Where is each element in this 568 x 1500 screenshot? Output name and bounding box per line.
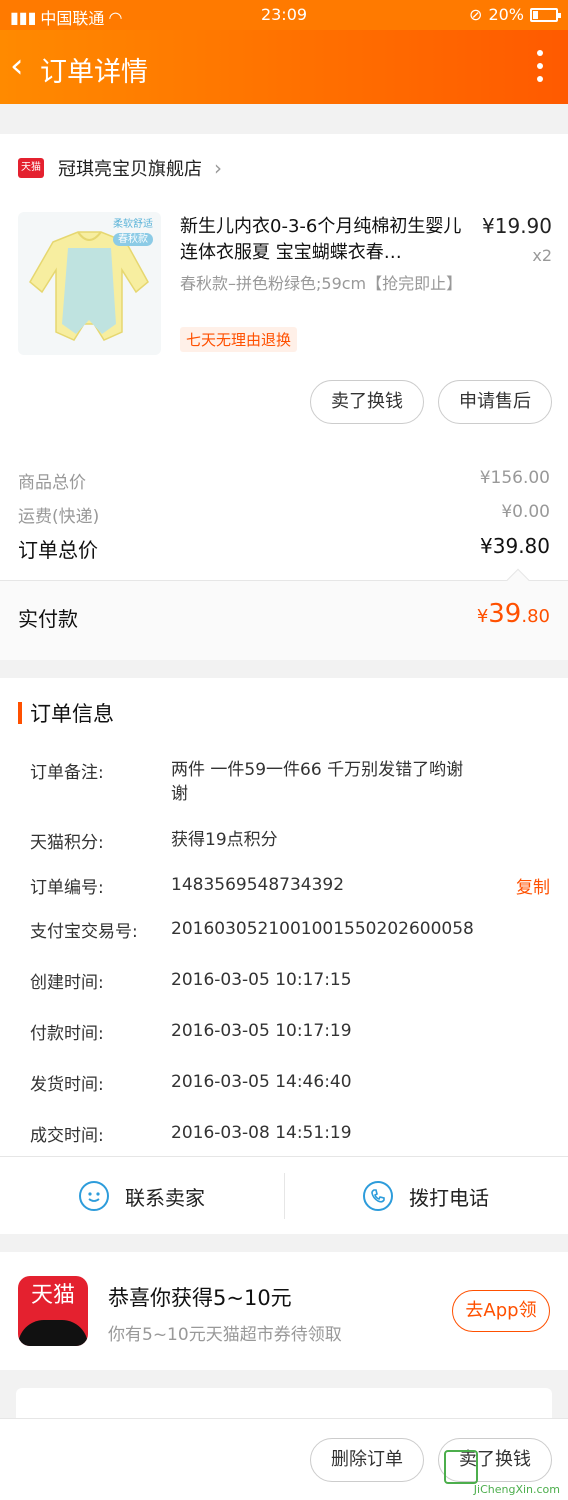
navbar: ‹ 订单详情 — [0, 30, 568, 104]
product-spec: 春秋款–拼色粉绿色;59cm【抢完即止】 — [180, 274, 463, 293]
promo-title: 恭喜你获得5~10元 — [108, 1286, 292, 1310]
info-key: 发货时间: — [30, 1075, 104, 1095]
battery-icon — [530, 7, 561, 22]
info-key: 订单备注: — [30, 763, 104, 783]
promo-card: 天猫 恭喜你获得5~10元 你有5~10元天猫超市券待领取 去App领 — [0, 1252, 568, 1370]
status-bar: ▮▮▮ 中国联通 ◠ 23:09 ⊘ 20% — [0, 0, 568, 30]
apply-aftersale-button[interactable]: 申请售后 — [438, 380, 552, 424]
tmall-badge-icon: 天猫 — [18, 158, 44, 178]
tmall-cat-shape — [18, 1320, 88, 1346]
info-key: 订单编号: — [30, 878, 104, 898]
shipping-value: ¥0.00 — [501, 502, 550, 522]
order-info-heading: 订单信息 — [18, 698, 114, 728]
thumbnail-tag: 柔软舒适 春秋款 — [113, 218, 153, 246]
paid-integer: 39 — [488, 599, 522, 629]
sell-for-cash-button[interactable]: 卖了换钱 — [310, 380, 424, 424]
paid-currency: ¥ — [476, 606, 489, 627]
return-policy-badge: 七天无理由退换 — [180, 327, 298, 352]
copy-button[interactable]: 复制 — [516, 873, 550, 898]
info-key: 创建时间: — [30, 973, 104, 993]
info-key: 天猫积分: — [30, 833, 104, 853]
more-icon[interactable] — [534, 50, 546, 84]
product-quantity: x2 — [532, 246, 552, 265]
order-info-card: 订单信息 订单备注: 两件 一件59一件66 千万别发错了哟谢谢 天猫积分: 获… — [0, 678, 568, 1234]
promo-subtitle: 你有5~10元天猫超市券待领取 — [108, 1325, 342, 1345]
paid-decimal: .80 — [521, 606, 550, 627]
tmall-logo-icon: 天猫 — [18, 1276, 88, 1346]
battery-level — [533, 10, 538, 19]
mute-icon: ⊘ — [469, 5, 483, 24]
info-value: 1483569548734392 — [171, 875, 345, 895]
info-key: 成交时间: — [30, 1126, 104, 1146]
contact-seller-label: 联系卖家 — [125, 1185, 205, 1210]
info-key: 支付宝交易号: — [30, 922, 138, 942]
order-total-row: 订单总价 ¥39.80 — [18, 534, 550, 563]
paid-amount: ¥39.80 — [477, 599, 550, 629]
info-value: 2016-03-08 14:51:19 — [171, 1123, 352, 1143]
order-item-card: 天猫 冠琪亮宝贝旗舰店 › 柔软舒适 春秋款 新生儿内衣0-3-6个月纯棉初生婴… — [0, 134, 568, 660]
order-total-label: 订单总价 — [18, 538, 98, 562]
heading-accent — [18, 702, 22, 724]
paid-amount-row: 实付款 ¥39.80 — [0, 568, 568, 660]
shipping-row: 运费(快递) ¥0.00 — [18, 502, 550, 527]
info-value: 2016-03-05 14:46:40 — [171, 1072, 352, 1092]
call-phone-button[interactable]: 拨打电话 — [284, 1157, 568, 1235]
notch — [506, 568, 530, 592]
info-value: 2016-03-05 10:17:19 — [171, 1021, 352, 1041]
contact-bar: 联系卖家 拨打电话 — [0, 1156, 568, 1234]
info-value: 2016-03-05 10:17:15 — [171, 970, 352, 990]
thumbnail-tag-pill: 春秋款 — [113, 233, 153, 246]
chevron-right-icon: › — [214, 156, 222, 180]
product-price: ¥19.90 — [482, 214, 552, 238]
shop-link[interactable]: 天猫 冠琪亮宝贝旗舰店 › — [18, 154, 222, 182]
info-value: 两件 一件59一件66 千万别发错了哟谢谢 — [171, 760, 464, 804]
delete-order-button[interactable]: 删除订单 — [310, 1438, 424, 1482]
shipping-label: 运费(快递) — [18, 507, 100, 527]
order-total-value: ¥39.80 — [480, 534, 550, 558]
product-thumbnail[interactable]: 柔软舒适 春秋款 — [18, 212, 161, 355]
shop-name: 冠琪亮宝贝旗舰店 — [58, 159, 202, 180]
info-key: 付款时间: — [30, 1024, 104, 1044]
chat-face-icon — [79, 1181, 109, 1211]
goods-total-row: 商品总价 ¥156.00 — [18, 468, 550, 493]
go-to-app-button[interactable]: 去App领 — [452, 1290, 550, 1332]
call-phone-label: 拨打电话 — [409, 1185, 489, 1210]
info-value: 2016030521001001550202600058 — [171, 919, 474, 939]
contact-seller-button[interactable]: 联系卖家 — [0, 1157, 284, 1235]
paid-label: 实付款 — [18, 607, 78, 631]
info-value: 获得19点积分 — [171, 830, 278, 850]
back-icon[interactable]: ‹ — [10, 48, 24, 84]
thumbnail-tag-text: 柔软舒适 — [113, 219, 153, 230]
watermark: JiChengXin.com — [473, 1483, 560, 1496]
info-row-note: 订单备注: 两件 一件59一件66 千万别发错了哟谢谢 — [30, 758, 550, 808]
tmall-logo-text: 天猫 — [30, 1283, 75, 1308]
order-info-title: 订单信息 — [30, 702, 114, 726]
phone-icon — [363, 1181, 393, 1211]
watermark-logo-icon — [444, 1450, 478, 1484]
battery-percent: 20% — [488, 5, 524, 24]
page-title: 订单详情 — [40, 57, 148, 88]
product-title[interactable]: 新生儿内衣0-3-6个月纯棉初生婴儿连体衣服夏 宝宝蝴蝶衣春… — [180, 214, 470, 266]
goods-total-value: ¥156.00 — [479, 468, 550, 488]
bottom-action-bar: 删除订单 卖了换钱 JiChengXin.com — [0, 1418, 568, 1500]
goods-total-label: 商品总价 — [18, 473, 86, 493]
